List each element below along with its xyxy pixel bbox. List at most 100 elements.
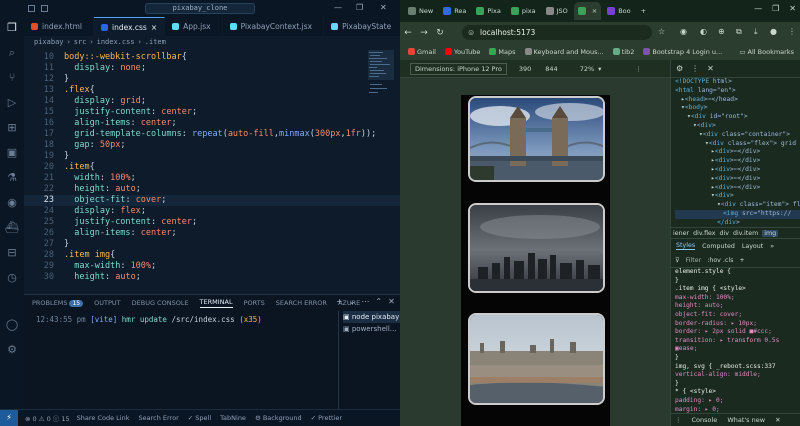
- dom-node[interactable]: ▸<div>⋯</div>: [675, 166, 800, 175]
- dom-node[interactable]: ▸<head>⋯</head>: [675, 96, 800, 105]
- testing-icon[interactable]: ⚗: [5, 171, 19, 185]
- panel-tab[interactable]: TERMINAL: [199, 298, 233, 308]
- drawer-tab[interactable]: What's new: [727, 416, 765, 424]
- status-item[interactable]: ⚙ Background: [255, 414, 302, 422]
- bookmark-item[interactable]: YouTube: [444, 48, 480, 56]
- address-bar[interactable]: ⊜ localhost:5173: [462, 25, 652, 40]
- more-icon[interactable]: ⋮: [635, 65, 642, 73]
- dom-node[interactable]: ▸<div>⋯</div>: [675, 148, 800, 157]
- editor-tab[interactable]: index.css ×: [94, 17, 166, 36]
- drawer-menu-icon[interactable]: ⋮: [675, 416, 682, 424]
- style-rule-line[interactable]: .item img { <style>: [675, 285, 800, 294]
- style-rule-line[interactable]: height: auto;: [675, 302, 800, 311]
- state-class-toggles[interactable]: :hov .cls: [707, 257, 733, 264]
- back-icon[interactable]: ←: [400, 28, 416, 38]
- styles-tab[interactable]: Computed: [702, 243, 735, 250]
- dom-node[interactable]: <html lang="en">: [675, 87, 800, 96]
- terminal-item[interactable]: ▣ powershell...: [343, 323, 400, 335]
- style-rule-line[interactable]: }: [675, 380, 800, 389]
- styles-tab[interactable]: Layout: [742, 243, 763, 250]
- layout-icon[interactable]: [28, 5, 35, 12]
- styles-tab[interactable]: Styles: [676, 242, 696, 250]
- chevron-down-icon[interactable]: ⌄: [349, 297, 356, 306]
- code-line[interactable]: max-width: 100%;: [64, 261, 156, 271]
- gallery-image-skyline[interactable]: [468, 203, 605, 293]
- element-crumb[interactable]: div: [720, 230, 729, 237]
- star-icon[interactable]: ☆: [658, 27, 665, 36]
- code-line[interactable]: grid-template-columns: repeat(auto-fill,…: [64, 129, 376, 139]
- editor-tab[interactable]: App.jsx: [165, 17, 223, 36]
- code-line[interactable]: height: auto;: [64, 272, 141, 282]
- breadcrumb-item[interactable]: pixabay: [34, 38, 64, 46]
- style-rule-line[interactable]: element.style {: [675, 268, 800, 277]
- dom-node[interactable]: </div>: [675, 219, 800, 227]
- code-line[interactable]: .item img{: [64, 250, 115, 260]
- download-icon[interactable]: ⤓: [754, 27, 758, 37]
- dom-node[interactable]: ▸<div>⋯</div>: [675, 175, 800, 184]
- status-item[interactable]: Share Code Link: [77, 414, 130, 422]
- panel-tab[interactable]: PORTS: [244, 299, 265, 307]
- minimize-icon[interactable]: —: [334, 3, 342, 12]
- panel-tab[interactable]: OUTPUT: [94, 299, 121, 307]
- dom-node[interactable]: ▾<div class="item"> fl: [675, 201, 800, 210]
- bookmark-item[interactable]: Keyboard and Mous...: [524, 48, 604, 56]
- more-icon[interactable]: ⋯: [361, 297, 369, 306]
- dom-node[interactable]: ▾<div>: [675, 192, 800, 201]
- add-rule-icon[interactable]: +: [739, 257, 744, 264]
- code-line[interactable]: .flex{: [64, 85, 95, 95]
- extensions-icon[interactable]: ⊞: [5, 121, 19, 135]
- extension-icon[interactable]: ◐: [700, 27, 707, 36]
- search-icon[interactable]: ⌕: [5, 46, 19, 60]
- dom-node[interactable]: ▾<div class="flex"> grid: [675, 140, 800, 149]
- terminal-item[interactable]: ▣ node pixabay: [343, 311, 400, 323]
- zoom-select[interactable]: 72%: [580, 65, 594, 73]
- styles-pane[interactable]: element.style {} .item img { <style> max-…: [671, 268, 800, 413]
- device-width[interactable]: 390: [519, 65, 531, 73]
- site-info-icon[interactable]: ⊜: [468, 25, 474, 40]
- code-line[interactable]: height: auto;: [64, 184, 141, 194]
- close-icon[interactable]: ✕: [789, 4, 796, 13]
- style-rule-line[interactable]: img, svg { _reboot.scss:337: [675, 363, 800, 372]
- editor-tab[interactable]: PixabayState: [324, 17, 404, 36]
- code-line[interactable]: justify-content: center;: [64, 107, 197, 117]
- menu-icon[interactable]: ⋮: [788, 27, 796, 36]
- code-line[interactable]: body::-webkit-scrollbar{: [64, 52, 187, 62]
- forward-icon[interactable]: →: [416, 28, 432, 38]
- browser-tab[interactable]: pixa: [507, 2, 540, 20]
- style-rule-line[interactable]: object-fit: cover;: [675, 311, 800, 320]
- panel-tab[interactable]: SEARCH ERROR: [276, 299, 327, 307]
- command-center-search[interactable]: pixabay_clone: [145, 3, 255, 14]
- editor-tab[interactable]: index.html: [24, 17, 94, 36]
- style-rule-line[interactable]: margin: ▸ 0;: [675, 406, 800, 414]
- gallery-image-city[interactable]: [468, 313, 605, 405]
- close-icon[interactable]: ×: [592, 7, 597, 15]
- bookmark-item[interactable]: Bootstrap 4 Login u...: [643, 48, 722, 56]
- dom-node[interactable]: ▸<div>⋯</div>: [675, 184, 800, 193]
- database-icon[interactable]: ⊟: [5, 246, 19, 260]
- device-select[interactable]: Dimensions: iPhone 12 Pro: [410, 62, 507, 75]
- code-line[interactable]: width: 100%;: [64, 173, 135, 183]
- code-line[interactable]: object-fit: cover;: [64, 195, 166, 205]
- code-line[interactable]: justify-content: center;: [64, 217, 197, 227]
- settings-gear-icon[interactable]: ⚙: [676, 64, 683, 73]
- layout-icon[interactable]: [41, 5, 48, 12]
- style-rule-line[interactable]: padding: ▸ 0;: [675, 397, 800, 406]
- style-rule-line[interactable]: border: ▸ 2px solid ■#ccc;: [675, 328, 800, 337]
- remote-indicator[interactable]: ⚡: [0, 410, 18, 426]
- explorer-icon[interactable]: ❐: [5, 21, 19, 35]
- drawer-tab[interactable]: Console: [692, 416, 718, 424]
- browser-tab[interactable]: ×: [573, 2, 602, 20]
- panel-tab[interactable]: PROBLEMS 15: [32, 299, 84, 307]
- reload-icon[interactable]: ↻: [432, 28, 448, 38]
- terminal-output[interactable]: 12:43:55 pm [vite] hmr update /src/index…: [36, 315, 262, 324]
- code-line[interactable]: display: none;: [64, 63, 146, 73]
- close-icon[interactable]: ✕: [380, 3, 387, 12]
- github-icon[interactable]: ◉: [5, 196, 19, 210]
- code-line[interactable]: }: [64, 239, 69, 249]
- profile-icon[interactable]: ●: [770, 27, 777, 36]
- style-rule-line[interactable]: vertical-align: middle;: [675, 371, 800, 380]
- code-line[interactable]: align-items: center;: [64, 118, 176, 128]
- browser-tab[interactable]: New: [404, 2, 437, 20]
- style-rule-line[interactable]: border-radius: ▸ 10px;: [675, 320, 800, 329]
- editor-tab[interactable]: PixabayContext.jsx: [223, 17, 325, 36]
